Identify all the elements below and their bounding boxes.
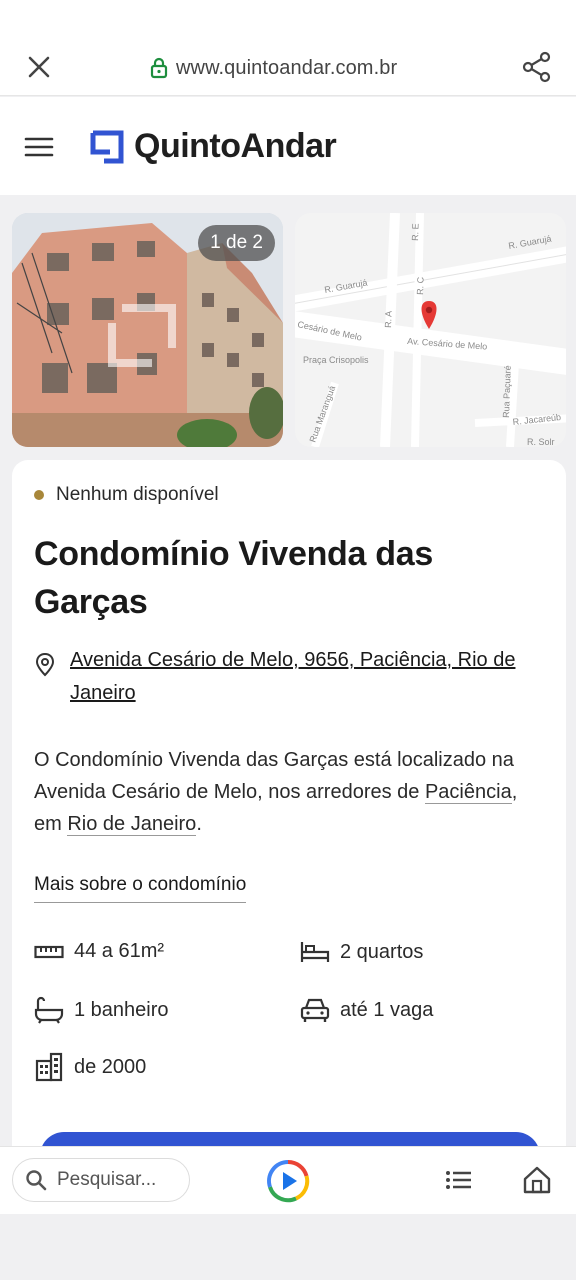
map-label-ra: R. A [383, 311, 394, 328]
logo-text: QuintoAndar [134, 127, 337, 165]
page-bottom-area [0, 1214, 576, 1280]
gallery: 1 de 2 R. Guarujá R. Guarujá Cesário de … [0, 195, 576, 460]
share-icon[interactable] [520, 50, 554, 84]
status-dot-icon [34, 490, 44, 500]
map-label-praca-name: Praça Crisopolis [303, 355, 369, 365]
bathtub-icon [34, 996, 64, 1024]
feature-bedrooms: 2 quartos [300, 940, 423, 964]
description-text-3: . [196, 813, 202, 835]
photo-counter: 1 de 2 [198, 225, 275, 261]
address: Avenida Cesário de Melo, 9656, Paciência… [34, 644, 554, 710]
map-label-rc: R. C [415, 276, 426, 295]
map-label-praca: Praça Crisopolis [303, 355, 369, 365]
feature-bathrooms: 1 banheiro [34, 996, 169, 1024]
ruler-icon [34, 945, 64, 958]
map-image: R. Guarujá R. Guarujá Cesário de Melo Av… [295, 213, 566, 447]
play-icon[interactable] [266, 1159, 310, 1203]
feature-year: de 2000 [34, 1052, 146, 1082]
url-display[interactable]: www.quintoandar.com.br [150, 54, 397, 82]
more-about-condominium-link[interactable]: Mais sobre o condomínio [34, 874, 247, 903]
map-label-pacuare: Rua Paçuaré [501, 365, 513, 418]
neighborhood-link[interactable]: Paciência [424, 781, 512, 804]
car-icon [300, 998, 330, 1022]
feature-bedrooms-text: 2 quartos [340, 940, 424, 963]
bed-icon [300, 942, 330, 962]
map-label-re: R. E [410, 223, 421, 241]
location-map[interactable]: R. Guarujá R. Guarujá Cesário de Melo Av… [295, 213, 566, 447]
quintoandar-logo-icon [90, 130, 124, 163]
url-text: www.quintoandar.com.br [176, 56, 398, 79]
browser-bar: www.quintoandar.com.br [0, 0, 576, 96]
feature-area-text: 44 a 61m² [74, 940, 165, 962]
address-link[interactable]: Avenida Cesário de Melo, 9656, Paciência… [70, 644, 554, 710]
lock-icon [150, 57, 168, 79]
city-link[interactable]: Rio de Janeiro [67, 813, 197, 836]
home-icon[interactable] [522, 1165, 552, 1195]
feature-parking: até 1 vaga [300, 996, 433, 1024]
listing-title: Condomínio Vivenda das Garças [34, 535, 433, 621]
bottom-bar: Pesquisar... [0, 1146, 576, 1214]
close-icon[interactable] [24, 52, 54, 82]
description: O Condomínio Vivenda das Garças está loc… [34, 744, 544, 840]
list-icon[interactable] [444, 1167, 474, 1193]
search-icon [26, 1170, 47, 1191]
feature-year-text: de 2000 [74, 1055, 147, 1078]
building-icon [35, 1052, 63, 1082]
listing-card: Nenhum disponível Condomínio Vivenda das… [12, 460, 566, 1180]
site-header: QuintoAndar [0, 97, 576, 195]
map-label-solr: R. Solr [527, 437, 555, 447]
search-input[interactable]: Pesquisar... [12, 1158, 190, 1202]
location-pin-icon [35, 652, 55, 677]
building-photo[interactable]: 1 de 2 [12, 213, 283, 447]
search-placeholder: Pesquisar... [57, 1169, 157, 1190]
availability-status: Nenhum disponível [34, 484, 219, 506]
quintoandar-logo[interactable]: QuintoAndar [90, 127, 337, 166]
feature-bathrooms-text: 1 banheiro [74, 998, 169, 1021]
hamburger-menu-icon[interactable] [24, 135, 56, 159]
feature-parking-text: até 1 vaga [340, 998, 434, 1021]
status-text: Nenhum disponível [56, 484, 219, 505]
feature-area: 44 a 61m² [34, 940, 164, 963]
